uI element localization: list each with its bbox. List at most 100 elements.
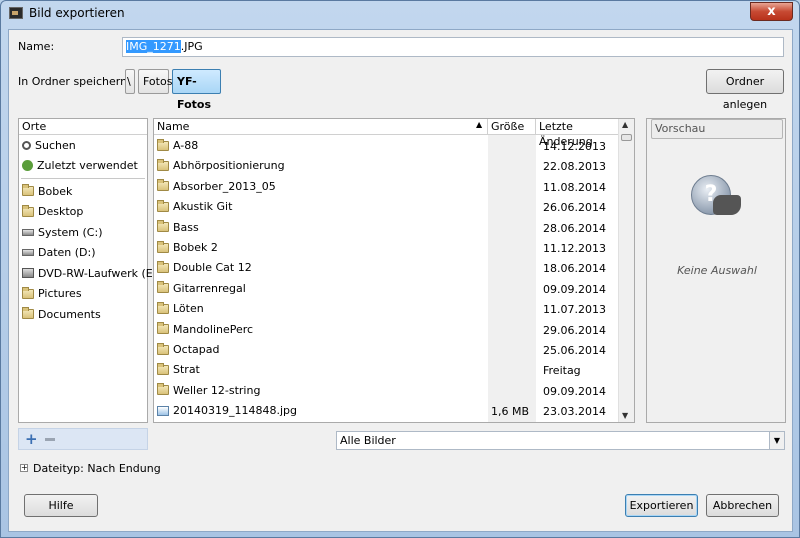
folder-icon — [157, 383, 169, 396]
add-bookmark-icon[interactable]: + — [25, 432, 38, 447]
file-name: Bobek 2 — [173, 241, 218, 254]
file-name: MandolinePerc — [173, 322, 254, 336]
folder-icon — [157, 220, 169, 233]
file-row[interactable]: A-88 14.12.2013 — [154, 136, 620, 156]
file-modified-date: 29.06.2014 — [543, 323, 606, 337]
file-row[interactable]: 20140319_114848.jpg 1,6 MB 23.03.2014 — [154, 401, 620, 421]
cancel-button[interactable]: Abbrechen — [706, 494, 779, 517]
file-name-cell: Gitarrenregal — [157, 281, 246, 295]
export-button[interactable]: Exportieren — [625, 494, 698, 517]
path-button-fotos[interactable]: Fotos — [138, 69, 172, 94]
file-name-cell: Bass — [157, 220, 199, 234]
file-modified-date: 09.09.2014 — [543, 384, 606, 398]
folder-icon — [157, 301, 169, 314]
file-list-scrollbar[interactable]: ▲ ▼ — [618, 119, 634, 422]
file-name-cell: Weller 12-string — [157, 383, 260, 397]
file-row[interactable]: Bobek 2 11.12.2013 — [154, 238, 620, 258]
file-name: Akustik Git — [173, 200, 233, 214]
places-panel: Orte Suchen Zuletzt verwendet Bobek Desk… — [18, 118, 161, 423]
file-name-cell: Absorber_2013_05 — [157, 179, 276, 193]
file-size: 1,6 MB — [491, 405, 530, 419]
remove-bookmark-icon[interactable] — [45, 438, 55, 441]
file-row[interactable]: Strat Freitag — [154, 360, 620, 380]
file-name: A-88 — [173, 139, 199, 152]
place-search[interactable]: Suchen — [19, 135, 147, 156]
place-dvd-e[interactable]: DVD-RW-Laufwerk (E:) — [19, 263, 161, 284]
file-name-cell: A-88 — [157, 138, 199, 152]
path-button-yf-fotos[interactable]: YF-Fotos — [172, 69, 221, 111]
drive-icon — [22, 228, 34, 236]
file-name-cell: Löten — [157, 301, 204, 315]
image-file-icon — [157, 405, 169, 416]
filetype-expander-icon[interactable]: + — [20, 464, 28, 472]
place-label: Documents — [38, 307, 101, 321]
places-divider — [21, 178, 145, 179]
folder-icon — [157, 158, 169, 171]
file-modified-date: 22.08.2013 — [543, 160, 606, 174]
file-row[interactable]: Gitarrenregal 09.09.2014 — [154, 279, 620, 299]
file-row[interactable]: Abhörpositionierung 22.08.2013 — [154, 156, 620, 176]
scrollbar-thumb[interactable] — [621, 134, 632, 141]
folder-icon — [157, 281, 169, 294]
places-header[interactable]: Orte — [19, 119, 147, 135]
file-name: Abhörpositionierung — [173, 159, 285, 173]
file-modified-date: 25.06.2014 — [543, 344, 606, 357]
column-header-name[interactable]: Name — [154, 119, 488, 135]
folder-icon — [22, 286, 34, 299]
create-folder-button[interactable]: Ordner anlegen — [706, 69, 784, 111]
file-name: Octapad — [173, 343, 220, 356]
file-name: Bass — [173, 220, 199, 234]
file-name: 20140319_114848.jpg — [173, 404, 297, 418]
filetype-label[interactable]: Dateityp: Nach Endung — [33, 462, 161, 475]
folder-icon — [157, 342, 169, 355]
sort-ascending-icon: ▲ — [476, 120, 483, 129]
path-root-button[interactable]: \ — [125, 69, 135, 94]
column-header-size[interactable]: Größe — [488, 119, 536, 135]
file-list-header: Name ▲ Größe Letzte Änderung — [154, 119, 622, 148]
place-daten-d[interactable]: Daten (D:) — [19, 243, 147, 264]
file-filter-value: Alle Bilder — [340, 434, 396, 447]
file-row[interactable]: Octapad 25.06.2014 — [154, 340, 620, 360]
preview-button[interactable]: Vorschau — [651, 119, 783, 139]
file-row[interactable]: Absorber_2013_05 11.08.2014 — [154, 177, 620, 197]
title-bar[interactable]: Bild exportieren x — [1, 1, 799, 25]
file-modified-date: 14.12.2013 — [543, 140, 606, 153]
file-row[interactable]: Löten 11.07.2013 — [154, 299, 620, 319]
file-row[interactable]: Double Cat 12 18.06.2014 — [154, 258, 620, 278]
place-system-c[interactable]: System (C:) — [19, 222, 147, 243]
window-title: Bild exportieren — [29, 6, 125, 20]
folder-icon — [157, 138, 169, 151]
file-modified-date: Freitag — [543, 364, 581, 378]
file-row[interactable]: MandolinePerc 29.06.2014 — [154, 320, 620, 340]
gimp-app-icon — [9, 7, 23, 19]
place-pictures[interactable]: Pictures — [19, 284, 147, 305]
place-bobek[interactable]: Bobek — [19, 181, 147, 202]
place-recent[interactable]: Zuletzt verwendet — [19, 156, 147, 177]
column-header-modified[interactable]: Letzte Änderung — [536, 119, 622, 148]
dialog-body: Name: IMG_1271.JPG In Ordner speichern: … — [8, 29, 793, 532]
close-button[interactable]: x — [750, 2, 793, 21]
file-name: Double Cat 12 — [173, 261, 252, 275]
folder-icon — [157, 179, 169, 192]
file-modified-date: 23.03.2014 — [543, 405, 606, 419]
file-modified-date: 28.06.2014 — [543, 221, 606, 235]
file-row[interactable]: Bass 28.06.2014 — [154, 218, 620, 238]
file-row[interactable]: Akustik Git 26.06.2014 — [154, 197, 620, 217]
file-filter-select[interactable]: Alle Bilder ▼ — [336, 431, 785, 450]
dropdown-arrow-icon[interactable]: ▼ — [769, 432, 784, 449]
place-desktop[interactable]: Desktop — [19, 202, 147, 223]
no-selection-text: Keine Auswahl — [677, 264, 757, 277]
folder-icon — [157, 260, 169, 273]
scroll-up-arrow-icon[interactable]: ▲ — [622, 120, 628, 129]
place-documents[interactable]: Documents — [19, 304, 147, 325]
wilber-mascot-icon — [713, 195, 741, 215]
file-name-cell: Abhörpositionierung — [157, 158, 285, 173]
file-row[interactable]: Weller 12-string 09.09.2014 — [154, 381, 620, 401]
place-label: Daten (D:) — [38, 246, 96, 260]
search-icon — [22, 140, 31, 150]
file-modified-date: 18.06.2014 — [543, 262, 606, 276]
filename-input[interactable]: IMG_1271.JPG — [122, 37, 784, 57]
help-button[interactable]: Hilfe — [24, 494, 98, 517]
scroll-down-arrow-icon[interactable]: ▼ — [622, 411, 628, 420]
folder-icon — [157, 199, 169, 212]
